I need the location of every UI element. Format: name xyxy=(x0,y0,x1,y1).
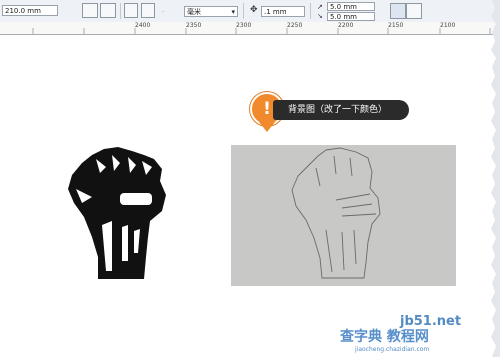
ruler-marks xyxy=(32,28,491,34)
watermark-url: jiaocheng.chazidian.com xyxy=(355,346,430,353)
watermark-name: 查字典 教程网 xyxy=(340,329,429,345)
edit-across-layers-button[interactable] xyxy=(390,3,406,19)
duplicate-y-icon: ↘ xyxy=(317,12,323,20)
units-value: 毫米 xyxy=(187,8,201,16)
callout-pin-tail xyxy=(259,122,275,132)
current-page-button[interactable] xyxy=(141,3,155,18)
duplicate-y-field[interactable]: 5.0 mm xyxy=(327,12,375,21)
treat-as-filled-button[interactable] xyxy=(406,3,422,19)
units-icon: · xyxy=(162,8,165,16)
fist-silhouette xyxy=(68,147,166,279)
chevron-down-icon: ▾ xyxy=(231,8,235,16)
all-pages-button[interactable] xyxy=(124,3,138,18)
horizontal-ruler: 2400 2350 2300 2250 2200 2150 2100 xyxy=(0,22,500,35)
watermark-site: jb51.net xyxy=(400,314,462,329)
units-select[interactable]: 毫米 ▾ xyxy=(184,6,238,17)
fist-outline xyxy=(291,147,381,279)
torn-edge xyxy=(491,0,500,357)
page-width-field[interactable]: 210.0 mm xyxy=(2,5,58,16)
property-bar: 210.0 mm · 毫米 ▾ ✥ .1 mm ↗ 5.0 mm ↘ 5.0 m… xyxy=(0,0,500,23)
nudge-icon: ✥ xyxy=(250,5,258,15)
duplicate-x-field[interactable]: 5.0 mm xyxy=(327,2,375,11)
landscape-button[interactable] xyxy=(100,3,116,18)
callout-text: 背景图（改了一下颜色） xyxy=(288,105,388,115)
portrait-button[interactable] xyxy=(82,3,98,18)
nudge-distance-field[interactable]: .1 mm xyxy=(261,6,305,17)
duplicate-x-icon: ↗ xyxy=(317,3,323,11)
